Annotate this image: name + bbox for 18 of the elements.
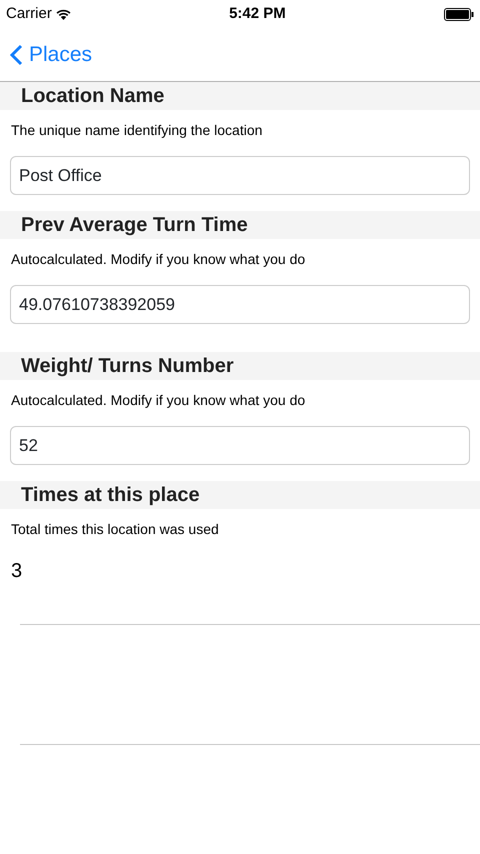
time-label: 5:42 PM [229, 4, 286, 24]
description-text: Autocalculated. Modify if you know what you do [10, 391, 306, 410]
value-text: 3 [10, 559, 24, 584]
section-header: Prev Average Turn Time [0, 211, 480, 239]
battery-icon [444, 8, 474, 20]
section-header: Weight/ Turns Number [0, 352, 480, 380]
input-field[interactable]: 52 [10, 426, 470, 465]
description-text: Autocalculated. Modify if you know what you do [10, 250, 306, 269]
carrier-label: Carrier [6, 4, 52, 24]
back-button[interactable]: Places [10, 38, 92, 70]
chevron-left-icon [10, 44, 23, 66]
input-field[interactable]: Post Office [10, 156, 470, 195]
wifi-icon [56, 8, 71, 20]
description-text: The unique name identifying the location [10, 121, 264, 140]
description-text: Total times this location was used [10, 520, 220, 539]
input-field[interactable]: 49.07610738392059 [10, 285, 470, 324]
section-header: Location Name [0, 82, 480, 110]
section-header: Times at this place [0, 481, 480, 509]
